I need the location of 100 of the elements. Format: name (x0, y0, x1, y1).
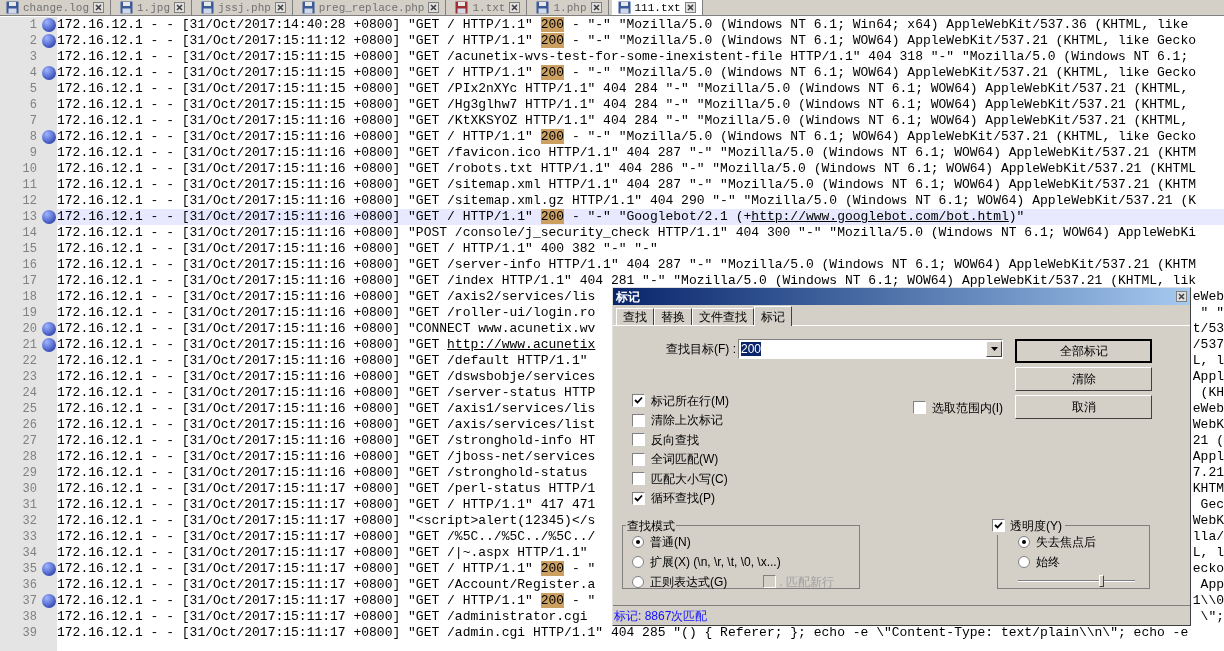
line-number: 10 (22, 161, 37, 177)
find-label: 查找目标(F) : (666, 341, 736, 358)
radio-label: 始终 (1036, 553, 1060, 571)
log-line: 172.16.12.1 - - [31/Oct/2017:15:11:17 +0800] "GET /admin.cgi HTTP/1.1" 404 285 "() { Referer; }; echo -e \"Content-Type: text/plain\\n\"; echo -e (57, 625, 1189, 641)
line-number: 22 (22, 353, 37, 369)
dialog-button[interactable]: 清除 (1015, 367, 1152, 391)
log-line: 7.21 (1192, 465, 1224, 481)
option-label: 清除上次标记 (651, 412, 723, 429)
log-line: 172.16.12.1 - - [31/Oct/2017:15:11:16 +0800] "GET /jboss-net/services (57, 449, 596, 465)
line-number: 28 (22, 449, 37, 465)
line-number: 39 (22, 625, 37, 641)
line-number: 31 (22, 497, 37, 513)
radio-button[interactable] (1018, 535, 1030, 548)
line-number: 6 (29, 97, 37, 113)
log-line: 172.16.12.1 - - [31/Oct/2017:15:11:16 +0800] "GET /robots.txt HTTP/1.1" 404 286 "-" "Mozilla/5.0 (Windows NT 6.1; WOW64) AppleWebKit/537.21 (KHTML (57, 161, 1196, 177)
dialog-button[interactable]: 取消 (1015, 395, 1152, 419)
radio-button[interactable] (632, 555, 644, 568)
bookmark-icon (41, 338, 56, 352)
line-number: 15 (22, 241, 37, 257)
log-line: L, l (1192, 353, 1224, 369)
checkbox[interactable] (992, 519, 1005, 532)
line-number: 14 (22, 225, 37, 241)
line-number: 1 (29, 17, 37, 33)
dropdown-arrow-icon (990, 347, 998, 351)
log-line: WebK (1192, 417, 1224, 433)
log-line: 172.16.12.1 - - [31/Oct/2017:15:11:16 +0800] "GET /server-info HTTP/1.1" 404 287 "-" "Mozilla/5.0 (Windows NT 6.1; WOW64) AppleWebKit/537.21 (KHTM (57, 257, 1196, 273)
log-line: 172.16.12.1 - - [31/Oct/2017:15:11:15 +0800] "GET /PIx2nXYc HTTP/1.1" 404 284 "-" "Mozilla/5.0 (Windows NT 6.1; WOW64) AppleWebKit/537.21 (KHTML, (57, 81, 1189, 97)
checkbox[interactable] (632, 433, 645, 446)
option-label: 反向查找 (651, 431, 699, 449)
log-line: Appl (1192, 449, 1224, 465)
checkbox[interactable] (632, 394, 645, 407)
log-line: 172.16.12.1 - - [31/Oct/2017:15:11:16 +0800] "GET http://www.acunetix (57, 337, 596, 353)
log-line: WebK (1192, 513, 1224, 529)
log-line: 172.16.12.1 - - [31/Oct/2017:15:11:16 +0800] "GET /default HTTP/1.1" (57, 353, 588, 369)
bookmark-icon (41, 322, 56, 336)
log-line: 172.16.12.1 - - [31/Oct/2017:15:11:17 +0800] "GET / HTTP/1.1" 200 - " (57, 561, 596, 577)
file-tab[interactable]: 111.txt (611, 0, 703, 15)
line-number: 26 (22, 417, 37, 433)
tab-label: 1.txt (472, 1, 506, 14)
checkbox[interactable] (912, 401, 926, 414)
radio-button[interactable] (632, 575, 644, 588)
log-line: 172.16.12.1 - - [31/Oct/2017:15:11:16 +0800] "GET / HTTP/1.1" 200 - "-" "Googlebot/2.1 (+http://www.googlebot.com/bot.html)" (57, 209, 1025, 225)
dialog-tab[interactable]: 查找 (616, 308, 654, 325)
line-number: 19 (22, 305, 37, 321)
close-icon[interactable] (428, 2, 440, 13)
log-line: t/53 (1192, 321, 1224, 337)
group-title: 查找模式 (626, 517, 676, 535)
dialog-button[interactable]: 全部标记 (1015, 339, 1152, 363)
bookmark-icon (41, 594, 56, 608)
close-icon[interactable] (93, 2, 104, 13)
bookmark-icon (41, 130, 56, 144)
bookmark-icon (41, 66, 56, 80)
log-line: ecko (1192, 561, 1224, 577)
line-number: 5 (29, 81, 37, 97)
log-line: 172.16.12.1 - - [31/Oct/2017:15:11:16 +0800] "CONNECT www.acunetix.wv (57, 321, 596, 337)
tab-label: preg_replace.php (318, 1, 425, 14)
log-line: 172.16.12.1 - - [31/Oct/2017:15:11:16 +0800] "GET /axis2/services/lis (57, 289, 596, 305)
log-line: 172.16.12.1 - - [31/Oct/2017:15:11:17 +0800] "GET /%5C../%5C../%5C../ (57, 529, 596, 545)
bookmark-icon (41, 562, 56, 576)
dialog-tab[interactable]: 文件查找 (692, 308, 754, 325)
log-line: 172.16.12.1 - - [31/Oct/2017:15:11:16 +0800] "GET / HTTP/1.1" 400 382 "-" "-" (57, 241, 658, 257)
checkbox[interactable] (632, 452, 645, 466)
log-line: 172.16.12.1 - - [31/Oct/2017:15:11:17 +0800] "<script>alert(12345)</s (57, 513, 596, 529)
log-line: eWeb (1192, 401, 1224, 417)
option-label: 匹配大小写(C) (651, 470, 728, 488)
log-line: 172.16.12.1 - - [31/Oct/2017:15:11:16 +0800] "GET /axis/services/list (57, 417, 596, 433)
checkbox[interactable] (632, 472, 645, 485)
radio-button[interactable] (1018, 555, 1030, 568)
dialog-tab[interactable]: 替换 (654, 308, 692, 325)
radio-button[interactable] (632, 535, 644, 548)
log-line: 1\\0 (1192, 593, 1224, 609)
transparency-slider[interactable] (1018, 574, 1135, 587)
log-line: 172.16.12.1 - - [31/Oct/2017:15:11:16 +0800] "GET /sitemap.xml.gz HTTP/1.1" 404 290 "-" "Mozilla/5.0 (Windows NT 6.1; WOW64) AppleWebKit/537.21 (K (57, 193, 1196, 209)
line-number: 35 (22, 561, 37, 577)
line-number: 13 (22, 209, 37, 225)
close-icon[interactable] (274, 2, 286, 13)
line-number: 16 (22, 257, 37, 273)
log-line: Appl (1192, 369, 1224, 385)
close-icon[interactable] (1176, 291, 1187, 302)
find-combo[interactable]: 200 (738, 339, 1003, 359)
line-number: 8 (29, 129, 37, 145)
close-icon[interactable] (590, 2, 602, 13)
line-number: 2 (29, 33, 37, 49)
dialog-tab[interactable]: 标记 (754, 306, 792, 326)
option-label: 全词匹配(W) (651, 451, 719, 468)
line-number: 30 (22, 481, 37, 497)
radio-label: 普通(N) (650, 533, 691, 551)
log-line: Gec (1200, 497, 1224, 513)
close-icon[interactable] (174, 2, 186, 13)
status-text: 标记: 8867次匹配 (614, 607, 708, 625)
close-icon[interactable] (684, 2, 696, 13)
line-number: 17 (22, 273, 37, 289)
checkbox[interactable] (632, 491, 645, 505)
log-line: (KH (1200, 385, 1224, 401)
radio-label: 失去焦点后 (1036, 533, 1096, 551)
log-line: App (1200, 577, 1224, 593)
close-icon[interactable] (509, 2, 521, 13)
log-line: eWeb (1192, 289, 1224, 305)
checkbox[interactable] (632, 413, 645, 427)
log-line: 172.16.12.1 - - [31/Oct/2017:15:11:17 +0800] "GET /|~.aspx HTTP/1.1" (57, 545, 588, 561)
